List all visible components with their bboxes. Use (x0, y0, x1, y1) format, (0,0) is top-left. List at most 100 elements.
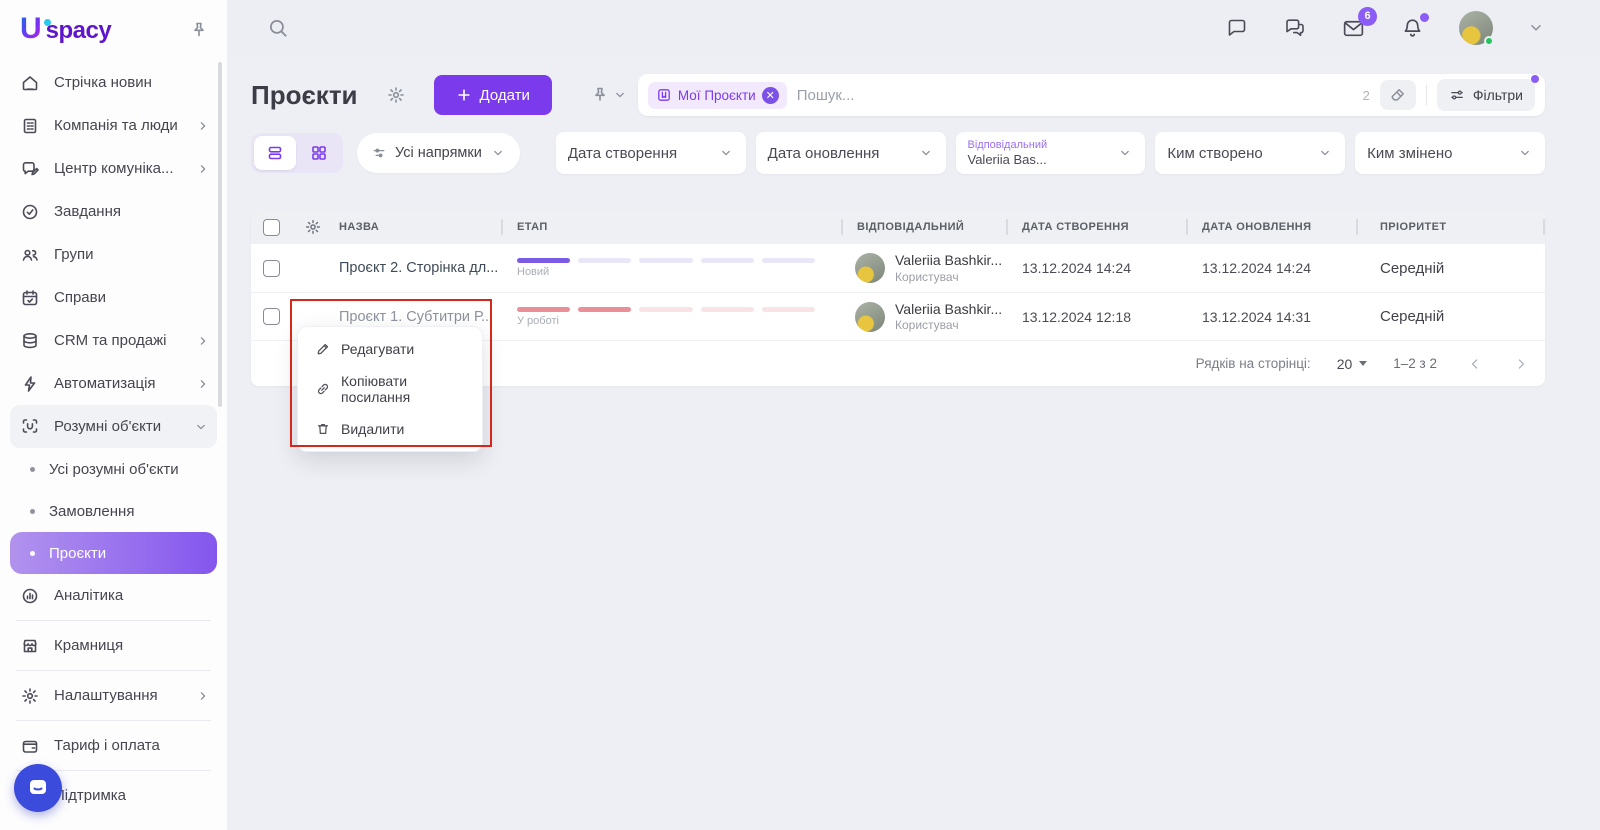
responsible-cell: Valeriia Bashkir... Користувач (841, 252, 1006, 284)
pencil-icon (315, 341, 331, 357)
store-icon (20, 636, 40, 656)
chevron-down-icon (1359, 361, 1367, 366)
sidebar-item-settings[interactable]: Налаштування (0, 674, 227, 717)
sidebar-item-label: CRM та продажі (54, 332, 166, 349)
sidebar-item-analytics[interactable]: Аналітика (0, 574, 227, 617)
sidebar-item-communications[interactable]: Центр комуніка... (0, 147, 227, 190)
row-context-menu: Редагувати Копіювати посилання Видалити (297, 326, 483, 452)
filter-updated-date[interactable]: Дата оновлення (756, 132, 946, 174)
sidebar-scrollbar[interactable] (218, 62, 222, 407)
row-checkbox[interactable] (263, 308, 280, 325)
column-header-created[interactable]: ДАТА СТВОРЕННЯ (1006, 210, 1186, 244)
sidebar-item-label: Стрічка новин (54, 74, 152, 91)
home-icon (20, 73, 40, 93)
feedback-button[interactable] (1225, 16, 1249, 40)
sidebar-item-activities[interactable]: Справи (0, 276, 227, 319)
stage-progress (517, 258, 815, 263)
next-page-button[interactable] (1513, 356, 1529, 372)
check-circle-icon (20, 202, 40, 222)
filter-created-date[interactable]: Дата створення (556, 132, 746, 174)
calendar-check-icon (20, 288, 40, 308)
list-view-button[interactable] (254, 136, 296, 170)
columns-settings-button[interactable] (291, 218, 335, 236)
sidebar-subitem-all-smart-objects[interactable]: Усі розумні об'єкти (0, 448, 227, 490)
chevron-right-icon (195, 333, 211, 349)
menu-item-label: Видалити (341, 421, 404, 437)
messenger-icon (26, 776, 50, 800)
divider (16, 670, 211, 671)
sidebar-item-newsfeed[interactable]: Стрічка новин (0, 61, 227, 104)
topbar: 6 (227, 0, 1600, 56)
uspacy-logo[interactable]: U spacy (20, 14, 111, 45)
sidebar-item-automation[interactable]: Автоматизація (0, 362, 227, 405)
global-search-icon[interactable] (267, 17, 289, 39)
filter-changed-by[interactable]: Ким змінено (1355, 132, 1545, 174)
sidebar-item-label: Підтримка (54, 787, 126, 804)
column-header-name[interactable]: НАЗВА (335, 210, 501, 244)
filter-responsible[interactable]: Відповідальний Valeriia Bas... (956, 132, 1146, 174)
table-row[interactable]: Проєкт 2. Сторінка дл... Новий Valeriia … (251, 244, 1545, 292)
project-name[interactable]: Проєкт 2. Сторінка дл... (335, 260, 501, 276)
menu-item-edit[interactable]: Редагувати (298, 333, 482, 365)
sidebar-subitem-projects-active[interactable]: Проєкти (10, 532, 217, 574)
notifications-button[interactable] (1400, 16, 1425, 41)
view-toolbar: Усі напрямки Дата створення Дата оновлен… (251, 132, 1545, 174)
mail-badge: 6 (1358, 7, 1377, 26)
rows-per-page-select[interactable]: 20 (1337, 356, 1368, 372)
responsible-name: Valeriia Bashkir... (895, 301, 1002, 319)
responsible-cell: Valeriia Bashkir... Користувач (841, 301, 1006, 333)
filter-created-by[interactable]: Ким створено (1155, 132, 1345, 174)
responsible-avatar (855, 253, 885, 283)
column-header-priority[interactable]: ПРІОРИТЕТ (1356, 210, 1545, 244)
saved-filter-chip[interactable]: Мої Проєкти ✕ (648, 82, 787, 109)
sidebar-item-billing[interactable]: Тариф і оплата (0, 724, 227, 767)
sidebar-item-groups[interactable]: Групи (0, 233, 227, 276)
sliders-icon (1449, 87, 1465, 103)
pinned-filters-dropdown[interactable] (590, 85, 628, 105)
column-header-responsible[interactable]: ВІДПОВІДАЛЬНИЙ (841, 210, 1006, 244)
profile-chevron-down-icon[interactable] (1527, 19, 1545, 37)
search-input[interactable] (797, 87, 1363, 104)
chip-remove-icon[interactable]: ✕ (762, 87, 779, 104)
search-box[interactable]: Мої Проєкти ✕ 2 Фільтри (638, 74, 1545, 116)
menu-item-delete[interactable]: Видалити (298, 413, 482, 445)
row-checkbox[interactable] (263, 260, 280, 277)
mail-button[interactable]: 6 (1341, 16, 1366, 41)
sidebar-item-smart-objects[interactable]: Розумні об'єкти (10, 405, 217, 448)
add-button[interactable]: Додати (434, 75, 552, 115)
bookmark-icon (656, 87, 672, 103)
page-settings-button[interactable] (386, 85, 406, 105)
chevron-down-icon (490, 145, 506, 161)
sidebar-item-company[interactable]: Компанія та люди (0, 104, 227, 147)
chat-pen-icon (20, 159, 40, 179)
chat-launcher-button[interactable] (14, 764, 62, 812)
sidebar-item-tasks[interactable]: Завдання (0, 190, 227, 233)
sidebar-subitem-orders[interactable]: Замовлення (0, 490, 227, 532)
user-avatar[interactable] (1459, 11, 1493, 45)
chevron-right-icon (195, 161, 211, 177)
stage-cell: Новий (501, 258, 841, 278)
project-name[interactable]: Проєкт 1. Субтитри Р... (335, 309, 501, 325)
divider (16, 620, 211, 621)
column-header-updated[interactable]: ДАТА ОНОВЛЕННЯ (1186, 210, 1356, 244)
priority: Середній (1356, 260, 1545, 277)
filters-button[interactable]: Фільтри (1437, 79, 1535, 111)
direction-select[interactable]: Усі напрямки (357, 133, 520, 173)
trash-icon (315, 421, 331, 437)
topbar-actions: 6 (1225, 11, 1545, 45)
sidebar-item-label: Групи (54, 246, 93, 263)
select-all-checkbox[interactable] (263, 219, 280, 236)
menu-item-copy-link[interactable]: Копіювати посилання (298, 365, 482, 413)
sidebar-item-marketplace[interactable]: Крамниця (0, 624, 227, 667)
sidebar-item-label: Розумні об'єкти (54, 418, 161, 435)
tune-icon (371, 145, 387, 161)
pin-sidebar-icon[interactable] (189, 20, 209, 40)
building-icon (20, 116, 40, 136)
sidebar-item-crm[interactable]: CRM та продажі (0, 319, 227, 362)
column-header-stage[interactable]: ЕТАП (501, 210, 841, 244)
grid-view-button[interactable] (298, 136, 340, 170)
messenger-button[interactable] (1283, 16, 1307, 40)
clear-filters-button[interactable] (1380, 80, 1416, 110)
prev-page-button[interactable] (1467, 356, 1483, 372)
sidebar-item-label: Справи (54, 289, 106, 306)
